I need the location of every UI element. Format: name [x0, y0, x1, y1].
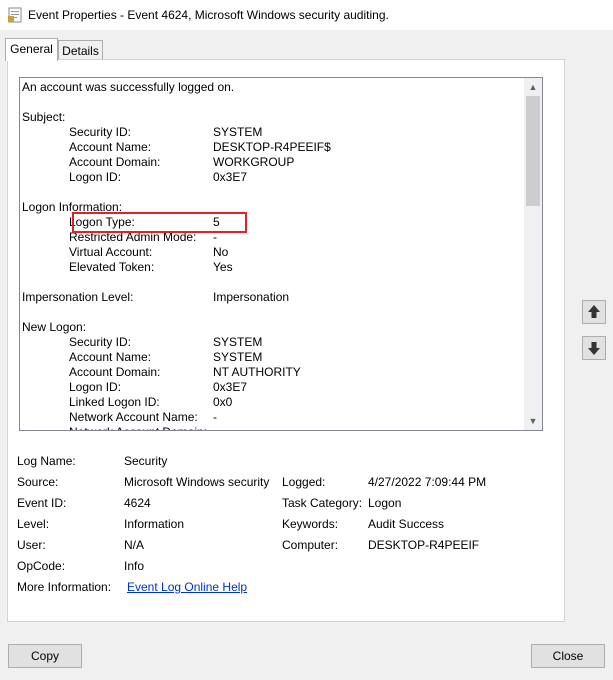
description-line-value: WORKGROUP [213, 155, 295, 169]
logon-type-highlight [72, 212, 247, 233]
arrow-down-icon [588, 342, 600, 355]
description-line-value: 0x3E7 [213, 170, 248, 184]
description-line-label: Network Account Domain: [69, 425, 207, 430]
keywords-label: Keywords: [282, 517, 339, 531]
scroll-down-icon[interactable]: ▼ [524, 412, 542, 430]
log-name-value: Security [124, 454, 168, 468]
scrollbar-thumb[interactable] [526, 96, 540, 206]
task-category-value: Logon [368, 496, 402, 510]
description-line-label: Account Domain: [69, 155, 161, 169]
description-line-value: - [213, 425, 217, 430]
level-label: Level: [17, 517, 50, 531]
description-line-label: Account Domain: [69, 365, 161, 379]
description-line-value: SYSTEM [213, 350, 263, 364]
description-line-label: Account Name: [69, 140, 152, 154]
computer-value: DESKTOP-R4PEEIF [368, 538, 480, 552]
event-id-value: 4624 [124, 496, 151, 510]
task-category-label: Task Category: [282, 496, 363, 510]
computer-label: Computer: [282, 538, 339, 552]
tab-general[interactable]: General [5, 38, 58, 61]
source-value: Microsoft Windows security [124, 475, 270, 489]
scroll-up-icon[interactable]: ▲ [524, 78, 542, 96]
description-line-value: SYSTEM [213, 335, 263, 349]
event-properties-icon [8, 7, 22, 23]
log-name-label: Log Name: [17, 454, 76, 468]
next-event-button[interactable] [582, 336, 606, 360]
description-line-value: SYSTEM [213, 125, 263, 139]
description-line-label: Impersonation Level: [22, 290, 134, 304]
description-line-value: No [213, 245, 229, 259]
description-line-label: Logon ID: [69, 380, 122, 394]
opcode-label: OpCode: [17, 559, 66, 573]
description-line-label: Elevated Token: [69, 260, 155, 274]
event-description-box[interactable]: An account was successfully logged on. Su… [19, 77, 543, 431]
keywords-value: Audit Success [368, 517, 445, 531]
event-description-text: An account was successfully logged on. Su… [20, 78, 524, 430]
arrow-up-icon [588, 305, 600, 318]
logged-label: Logged: [282, 475, 326, 489]
opcode-value: Info [124, 559, 145, 573]
event-log-online-help-link[interactable]: Event Log Online Help [127, 580, 247, 594]
tab-details[interactable]: Details [58, 40, 103, 61]
description-line-label: Account Name: [69, 350, 152, 364]
window-title: Event Properties - Event 4624, Microsoft… [28, 8, 389, 22]
logged-value: 4/27/2022 7:09:44 PM [368, 475, 487, 489]
more-information-label: More Information: [17, 580, 112, 594]
description-line-label: Linked Logon ID: [69, 395, 160, 409]
description-line-value: Yes [213, 260, 233, 274]
description-line-label: Security ID: [69, 125, 132, 139]
description-line-value: - [213, 410, 217, 424]
event-id-label: Event ID: [17, 496, 67, 510]
title-bar: Event Properties - Event 4624, Microsoft… [0, 0, 613, 30]
description-line-label: New Logon: [22, 320, 87, 334]
level-value: Information [124, 517, 185, 531]
description-line-label: An account was successfully logged on. [22, 80, 235, 94]
description-line-value: 0x3E7 [213, 380, 248, 394]
description-line-value: NT AUTHORITY [213, 365, 301, 379]
source-label: Source: [17, 475, 59, 489]
description-line-label: Security ID: [69, 335, 132, 349]
close-button[interactable]: Close [531, 644, 605, 668]
general-panel: An account was successfully logged on. Su… [7, 59, 565, 622]
description-scrollbar[interactable]: ▲ ▼ [524, 78, 542, 430]
user-label: User: [17, 538, 46, 552]
previous-event-button[interactable] [582, 300, 606, 324]
description-line-label: Virtual Account: [69, 245, 153, 259]
description-line-value: DESKTOP-R4PEEIF$ [213, 140, 331, 154]
description-line-value: 0x0 [213, 395, 233, 409]
description-line-label: Network Account Name: [69, 410, 198, 424]
description-line-label: Logon ID: [69, 170, 122, 184]
copy-button[interactable]: Copy [8, 644, 82, 668]
user-value: N/A [124, 538, 145, 552]
description-line-value: Impersonation [213, 290, 290, 304]
description-line-label: Subject: [22, 110, 66, 124]
